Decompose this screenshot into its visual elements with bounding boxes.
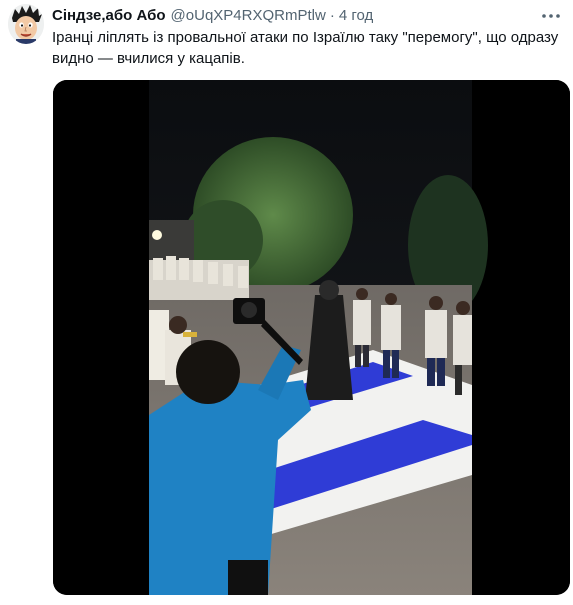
tweet-text: Іранці ліплять із провальної атаки по Із…	[52, 29, 559, 67]
display-name[interactable]: Сіндзе,або Або	[52, 6, 166, 26]
more-options-icon[interactable]	[541, 8, 561, 24]
cartoon-face-avatar-icon	[8, 4, 44, 44]
tweet-header: Сіндзе,або Або @oUqXP4RXQRmPtlw · 4 год	[52, 6, 533, 26]
timestamp[interactable]: 4 год	[339, 6, 373, 26]
avatar[interactable]	[8, 4, 44, 44]
tweet-card[interactable]: Сіндзе,або Або @oUqXP4RXQRmPtlw · 4 год …	[0, 0, 573, 605]
user-handle[interactable]: @oUqXP4RXQRmPtlw	[171, 6, 326, 26]
video-thumbnail[interactable]	[53, 80, 570, 595]
video-frame-image	[53, 80, 570, 595]
separator-dot: ·	[329, 7, 335, 24]
